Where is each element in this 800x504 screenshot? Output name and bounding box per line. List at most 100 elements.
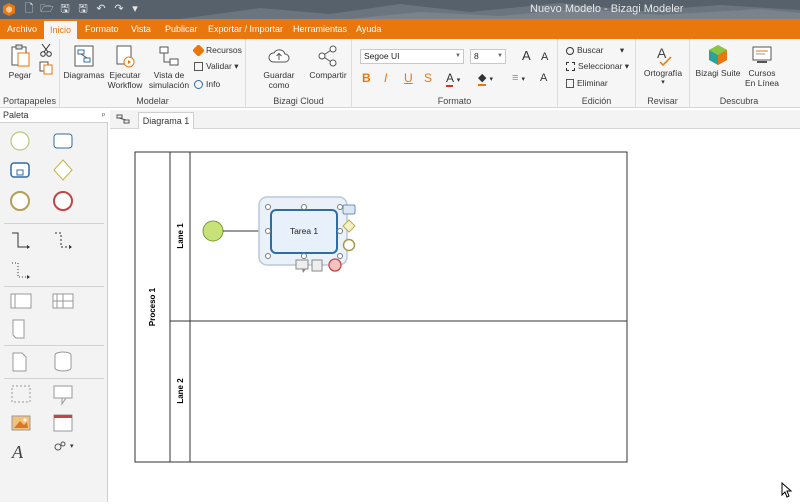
- grow-font-icon[interactable]: A: [522, 49, 531, 63]
- ribbon-tab-bar: Archivo Inicio Formato Vista Publicar Ex…: [0, 19, 800, 39]
- spelling-dropdown-icon[interactable]: ▾: [640, 78, 686, 88]
- annotation-tool[interactable]: [53, 385, 73, 406]
- tab-publicar[interactable]: Publicar: [159, 19, 204, 39]
- diagram-canvas[interactable]: Proceso 1 Lane 1 Lane 2 Tarea 1: [110, 130, 800, 502]
- font-color-icon[interactable]: A ▾: [446, 71, 460, 87]
- open-file-icon[interactable]: 🗁: [40, 2, 54, 17]
- more-tools-icon[interactable]: ▾: [54, 441, 74, 451]
- tab-exportar-importar[interactable]: Exportar / Importar: [202, 19, 289, 39]
- customize-quick-access-icon[interactable]: ▾: [128, 2, 142, 17]
- milestone-tool[interactable]: [12, 319, 25, 339]
- search-icon: [566, 46, 574, 55]
- save-as-icon[interactable]: 🖫: [76, 2, 90, 17]
- text-tool[interactable]: A: [11, 442, 24, 462]
- association-tool[interactable]: [12, 262, 30, 279]
- diagrams-icon: [74, 45, 94, 67]
- workflow-icon: [116, 45, 135, 68]
- group-descubra: Bizagi Suite Cursos En Línea Descubra: [690, 39, 788, 108]
- undo-icon[interactable]: ↶: [94, 2, 108, 17]
- diagram-svg: Proceso 1 Lane 1 Lane 2 Tarea 1: [134, 151, 628, 463]
- tab-formato[interactable]: Formato: [79, 19, 125, 39]
- save-as-cloud-button[interactable]: Guardar como: [252, 44, 306, 90]
- group-label-modelar: Modelar: [136, 96, 169, 106]
- message-flow-tool[interactable]: [55, 232, 72, 249]
- info-button[interactable]: Info: [194, 77, 220, 91]
- diagrams-button[interactable]: Diagramas: [62, 44, 106, 80]
- select-dropdown-icon[interactable]: ▾: [625, 61, 629, 71]
- lane-tool[interactable]: [52, 293, 74, 309]
- sequence-flow-tool[interactable]: [12, 232, 30, 249]
- svg-text:A: A: [11, 442, 24, 462]
- bold-icon[interactable]: B: [362, 71, 371, 85]
- quick-add-task-icon[interactable]: [342, 204, 356, 215]
- online-courses-label-1: Cursos: [748, 68, 776, 78]
- tab-inicio[interactable]: Inicio: [43, 20, 79, 39]
- tab-vista[interactable]: Vista: [125, 19, 157, 39]
- data-object-tool[interactable]: [12, 352, 27, 372]
- fill-color-icon[interactable]: ◆ ▾: [478, 71, 493, 86]
- cut-button[interactable]: [38, 43, 54, 59]
- delete-button[interactable]: Eliminar: [566, 76, 608, 90]
- underline-icon[interactable]: U: [404, 71, 413, 85]
- strikethrough-icon[interactable]: S: [424, 71, 432, 85]
- validate-dropdown-icon[interactable]: ▾: [234, 61, 238, 71]
- search-button[interactable]: Buscar ▾: [566, 43, 624, 57]
- data-store-tool[interactable]: [54, 351, 72, 372]
- header-tool[interactable]: [53, 414, 73, 432]
- run-workflow-button[interactable]: Ejecutar Workflow: [106, 44, 144, 90]
- group-modelar: Diagramas Ejecutar Workflow Vista de sim…: [60, 39, 246, 108]
- start-event-tool[interactable]: [10, 131, 30, 151]
- copy-format-button[interactable]: [38, 61, 54, 77]
- pin-icon[interactable]: ᵖ: [102, 109, 105, 122]
- spelling-button[interactable]: A Ortografía ▾: [640, 44, 686, 88]
- simulation-view-button[interactable]: Vista de simulación: [146, 44, 192, 90]
- quick-add-intermediate-event-icon[interactable]: [342, 238, 356, 252]
- save-icon[interactable]: 🖫: [58, 2, 72, 17]
- pool-label: Proceso 1: [148, 287, 157, 326]
- share-label: Compartir: [309, 70, 347, 80]
- italic-icon[interactable]: I: [384, 71, 387, 85]
- tab-archivo[interactable]: Archivo: [0, 19, 44, 39]
- palette-title: Paleta: [3, 110, 29, 120]
- resources-button[interactable]: Recursos: [192, 43, 242, 58]
- share-button[interactable]: Compartir: [308, 44, 348, 80]
- select-button[interactable]: Seleccionar ▾: [566, 59, 629, 73]
- chevron-down-icon: ▼: [497, 53, 503, 59]
- online-courses-button[interactable]: Cursos En Línea: [742, 44, 782, 88]
- pool-tool[interactable]: [10, 293, 32, 309]
- end-event-tool[interactable]: [53, 191, 73, 211]
- task-tool[interactable]: [53, 133, 73, 149]
- quick-add-data-icon[interactable]: [311, 259, 323, 272]
- bizagi-suite-button[interactable]: Bizagi Suite: [694, 44, 742, 78]
- group-label-edicion: Edición: [581, 96, 612, 106]
- paste-label: Pegar: [8, 70, 32, 80]
- intermediate-event-tool[interactable]: [10, 191, 30, 211]
- start-event[interactable]: [202, 220, 224, 242]
- search-dropdown-icon[interactable]: ▾: [620, 45, 624, 55]
- quick-add-end-event-icon[interactable]: [328, 258, 342, 272]
- new-file-icon[interactable]: 🗋: [22, 2, 36, 17]
- task-tarea-1[interactable]: Tarea 1: [270, 209, 338, 254]
- font-size-select[interactable]: 8 ▼: [470, 49, 506, 64]
- align-icon[interactable]: ≡ ▾: [512, 71, 525, 85]
- select-icon: [566, 62, 575, 72]
- delete-icon: [566, 79, 574, 89]
- group-tool[interactable]: [11, 385, 31, 403]
- tab-ayuda[interactable]: Ayuda: [350, 19, 387, 39]
- simulation-icon: [159, 46, 179, 66]
- clear-format-icon[interactable]: A: [540, 71, 547, 85]
- tab-herramientas[interactable]: Herramientas: [287, 19, 353, 39]
- subprocess-tool[interactable]: [10, 162, 30, 178]
- pool-proceso-1[interactable]: Proceso 1 Lane 1 Lane 2: [134, 151, 628, 463]
- tab-diagrama-1[interactable]: Diagrama 1: [138, 112, 194, 129]
- window-title: Nuevo Modelo - Bizagi Modeler: [530, 3, 684, 15]
- paste-button[interactable]: Pegar: [6, 44, 34, 80]
- gateway-tool[interactable]: [53, 159, 73, 181]
- shrink-font-icon[interactable]: A: [541, 50, 548, 64]
- font-family-select[interactable]: Segoe UI ▼: [360, 49, 464, 64]
- image-tool[interactable]: [11, 415, 31, 431]
- validate-button[interactable]: Validar ▾: [194, 59, 238, 73]
- diagram-map-icon[interactable]: [116, 114, 130, 124]
- spelling-label: Ortografía: [643, 68, 683, 78]
- redo-icon[interactable]: ↷: [112, 2, 126, 17]
